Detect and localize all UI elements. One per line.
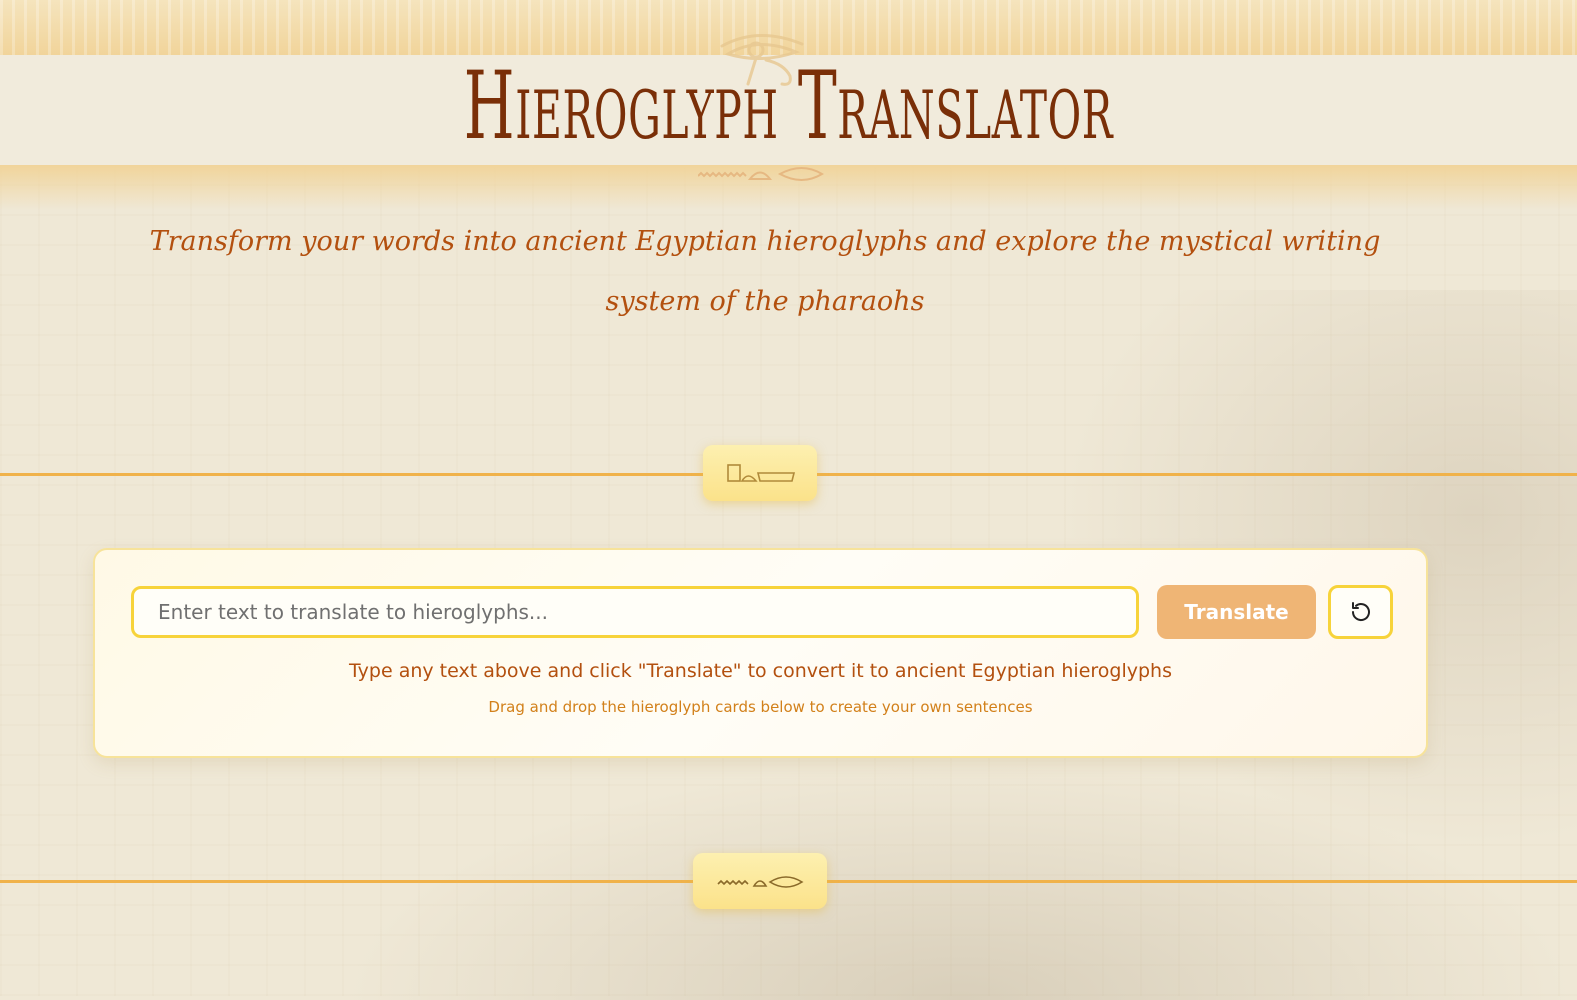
translate-button[interactable]: Translate: [1157, 585, 1316, 639]
hieroglyph-divider-icon-1: [727, 464, 796, 482]
instruction-text: Type any text above and click "Translate…: [349, 660, 1172, 682]
translate-text-input[interactable]: [131, 586, 1139, 638]
reset-button[interactable]: [1328, 585, 1393, 639]
hieroglyph-title-ornament-icon: [698, 167, 824, 181]
reset-icon: [1351, 602, 1370, 621]
divider-badge-1: [703, 445, 817, 501]
translator-card: Translate Type any text above and click …: [93, 548, 1428, 758]
divider-badge-2: [693, 853, 827, 909]
page-title: Hieroglyph Translator: [463, 52, 1114, 161]
hieroglyph-divider-icon-2: [717, 876, 804, 888]
page-subtitle: Transform your words into ancient Egypti…: [149, 226, 1381, 317]
drag-drop-hint: Drag and drop the hieroglyph cards below…: [488, 698, 1033, 716]
